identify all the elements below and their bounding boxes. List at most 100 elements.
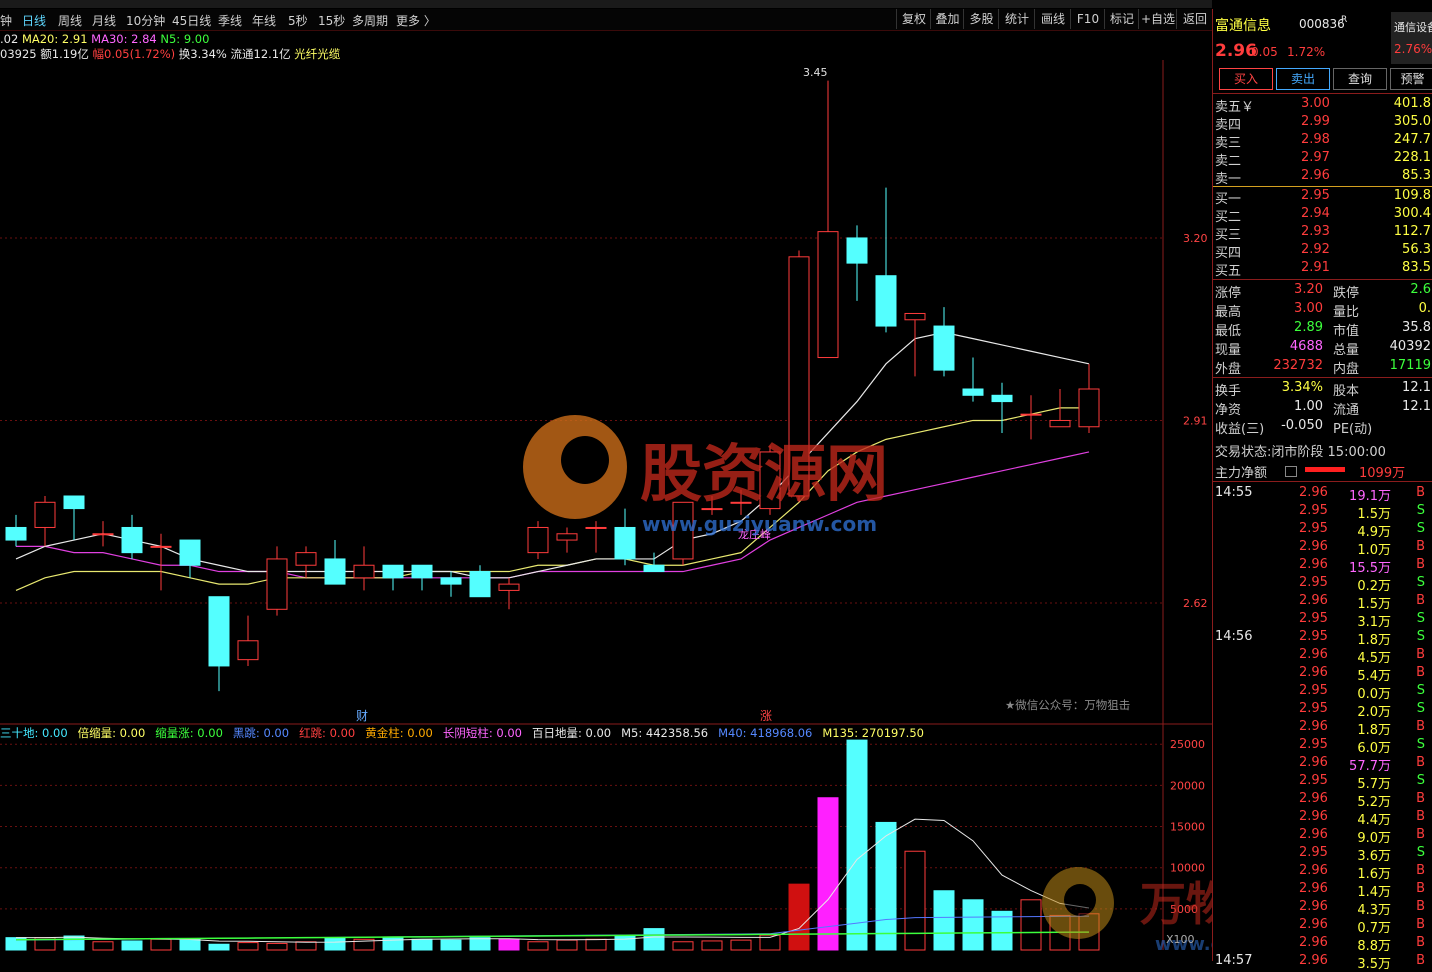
bid-row[interactable]: 买五 2.91 83.5 bbox=[1215, 260, 1432, 279]
tick-price: 2.95 bbox=[1299, 773, 1328, 788]
tick-volume: 5.7万 bbox=[1357, 777, 1391, 792]
stat-label: 收益(三) bbox=[1215, 422, 1265, 437]
tick-volume: 1.4万 bbox=[1357, 885, 1391, 900]
period-0[interactable]: 钟 bbox=[0, 12, 12, 29]
tick-volume: 1.5万 bbox=[1357, 597, 1391, 612]
ask-price: 2.97 bbox=[1301, 150, 1330, 165]
ma20-value: MA20: 2.91 bbox=[21, 32, 88, 46]
sector-box[interactable]: 通信设备 2.76% bbox=[1391, 12, 1432, 64]
bid-label: 买五 bbox=[1215, 264, 1242, 279]
volume-bar bbox=[933, 890, 955, 951]
ask-volume: 305.0 bbox=[1393, 114, 1431, 129]
tool-4[interactable]: 画线 bbox=[1034, 9, 1071, 29]
stat-value: 1.00 bbox=[1294, 399, 1323, 414]
period-6[interactable]: 季线 bbox=[218, 12, 242, 29]
query-button[interactable]: 查询 bbox=[1333, 68, 1387, 90]
candle-body bbox=[5, 526, 27, 541]
period-3[interactable]: 月线 bbox=[92, 12, 116, 29]
stat-row: 现量 4688 总量 40392 bbox=[1215, 339, 1432, 358]
stat-label: 换手 bbox=[1215, 384, 1242, 399]
candle-body bbox=[150, 545, 172, 548]
period-10[interactable]: 多周期 bbox=[352, 12, 388, 29]
tick-volume: 1.0万 bbox=[1357, 543, 1391, 558]
tool-7[interactable]: +自选 bbox=[1138, 9, 1177, 29]
period-4[interactable]: 10分钟 bbox=[126, 12, 165, 29]
stat-value2: 40392 bbox=[1389, 339, 1431, 354]
ask-label: 卖三 bbox=[1215, 136, 1242, 151]
period-5[interactable]: 45日线 bbox=[172, 12, 211, 29]
ask-row[interactable]: 卖四 2.99 305.0 bbox=[1215, 114, 1432, 133]
period-11[interactable]: 更多 〉 bbox=[396, 12, 436, 29]
tick-side: S bbox=[1416, 629, 1425, 644]
ask-row[interactable]: 卖一 2.96 85.3 bbox=[1215, 168, 1432, 187]
bid-row[interactable]: 买二 2.94 300.4 bbox=[1215, 206, 1432, 225]
period-9[interactable]: 15秒 bbox=[318, 12, 345, 29]
trade-status: 交易状态:闭市阶段 15:00:00 bbox=[1215, 441, 1386, 460]
candle-body bbox=[237, 640, 259, 661]
ask-row[interactable]: 卖五￥ 3.00 401.8 bbox=[1215, 96, 1432, 115]
tick-price: 2.96 bbox=[1299, 593, 1328, 608]
tick-row: 2.96 1.5万 B bbox=[1215, 593, 1432, 612]
candle-body bbox=[962, 388, 984, 396]
buy-button[interactable]: 买入 bbox=[1219, 68, 1273, 90]
stat-value2: 2.6 bbox=[1410, 282, 1431, 297]
turnover-value: 换3.34% bbox=[178, 47, 227, 61]
tool-0[interactable]: 复权 bbox=[896, 9, 931, 29]
candle-body bbox=[498, 583, 520, 591]
bid-volume: 83.5 bbox=[1402, 260, 1431, 275]
bid-volume: 300.4 bbox=[1393, 206, 1431, 221]
watermark-name: 股资源网 bbox=[640, 437, 888, 510]
vol-tick-label: 10000 bbox=[1170, 862, 1205, 875]
tick-side: B bbox=[1416, 719, 1425, 734]
tool-2[interactable]: 多股 bbox=[963, 9, 999, 29]
ask-row[interactable]: 卖三 2.98 247.7 bbox=[1215, 132, 1432, 151]
volume-value: 03925 bbox=[0, 47, 37, 61]
period-7[interactable]: 年线 bbox=[252, 12, 276, 29]
volume-bar bbox=[788, 883, 810, 951]
tick-volume: 57.7万 bbox=[1349, 759, 1391, 774]
tick-side: S bbox=[1416, 701, 1425, 716]
bid-row[interactable]: 买一 2.95 109.8 bbox=[1215, 188, 1432, 207]
period-8[interactable]: 5秒 bbox=[288, 12, 308, 29]
tool-8[interactable]: 返回 bbox=[1176, 9, 1213, 29]
volume-bar bbox=[1020, 899, 1042, 951]
bid-volume: 109.8 bbox=[1393, 188, 1431, 203]
vol-indicator-5: 黄金柱: 0.00 bbox=[365, 726, 433, 740]
kline-chart[interactable]: 3.202.912.62250002000015000100005000 3.4… bbox=[0, 60, 1212, 961]
tick-volume: 15.5万 bbox=[1349, 561, 1391, 576]
period-2[interactable]: 周线 bbox=[58, 12, 82, 29]
candle-body bbox=[1078, 388, 1100, 428]
tick-time: 14:56 bbox=[1215, 629, 1253, 644]
tool-5[interactable]: F10 bbox=[1070, 9, 1105, 29]
tick-side: S bbox=[1416, 521, 1425, 536]
sector-pct: 2.76% bbox=[1394, 42, 1432, 56]
tick-row: 2.96 1.4万 B bbox=[1215, 881, 1432, 900]
tick-volume: 1.8万 bbox=[1357, 633, 1391, 648]
stat-label: 净资 bbox=[1215, 403, 1242, 418]
tag-zhang[interactable]: 涨 bbox=[760, 708, 772, 723]
ask-row[interactable]: 卖二 2.97 228.1 bbox=[1215, 150, 1432, 169]
candle-body bbox=[179, 539, 201, 566]
net-detail-icon[interactable] bbox=[1285, 466, 1297, 477]
stat-label2: PE(动) bbox=[1333, 422, 1373, 437]
tag-cai[interactable]: 财 bbox=[356, 709, 368, 723]
alert-button[interactable]: 预警 bbox=[1390, 68, 1432, 90]
volume-bar bbox=[150, 938, 172, 951]
bid-volume: 112.7 bbox=[1393, 224, 1431, 239]
tick-side: B bbox=[1416, 791, 1425, 806]
sell-button[interactable]: 卖出 bbox=[1276, 68, 1330, 90]
tool-6[interactable]: 标记 bbox=[1104, 9, 1139, 29]
bid-row[interactable]: 买三 2.93 112.7 bbox=[1215, 224, 1432, 243]
bid-row[interactable]: 买四 2.92 56.3 bbox=[1215, 242, 1432, 261]
tick-price: 2.95 bbox=[1299, 575, 1328, 590]
tool-1[interactable]: 叠加 bbox=[930, 9, 964, 29]
watermark-guziyuan: 股资源网 www.guziyuanw.com bbox=[523, 415, 888, 536]
right-panel: 富通信息 000836 R 2.96 0.05 1.72% 通信设备 2.76%… bbox=[1212, 9, 1432, 972]
tick-volume: 5.2万 bbox=[1357, 795, 1391, 810]
tick-side: S bbox=[1416, 845, 1425, 860]
period-1[interactable]: 日线 bbox=[22, 12, 46, 29]
price-tick-label: 3.20 bbox=[1183, 232, 1208, 245]
vol-indicator-2: 缩量涨: 0.00 bbox=[155, 726, 223, 740]
tool-3[interactable]: 统计 bbox=[998, 9, 1035, 29]
tick-price: 2.96 bbox=[1299, 935, 1328, 950]
